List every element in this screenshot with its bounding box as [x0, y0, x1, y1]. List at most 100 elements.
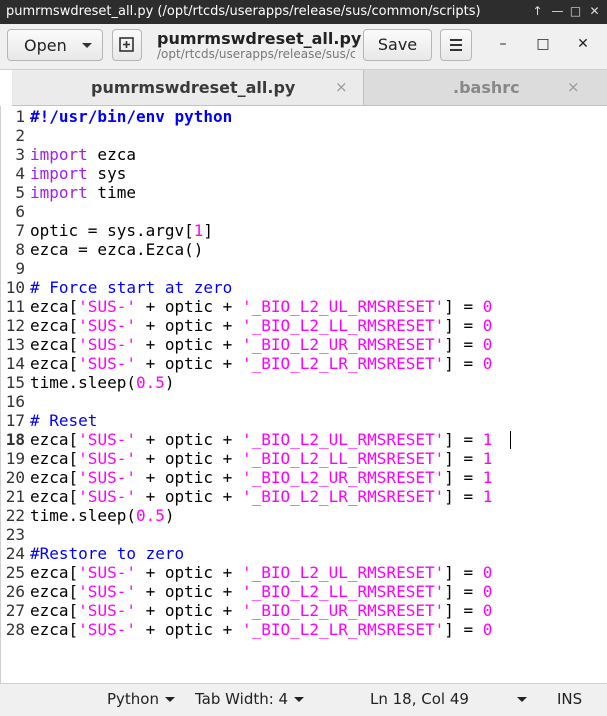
code-line[interactable]: time.sleep(0.5) [30, 373, 175, 392]
line-number: 1 [15, 107, 25, 126]
line-number: 6 [15, 202, 25, 221]
tab-bashrc[interactable]: .bashrc × [363, 70, 607, 105]
open-button[interactable]: Open [7, 29, 103, 61]
code-token: ezca [87, 145, 136, 164]
chevron-down-icon [165, 697, 175, 702]
code-line[interactable]: ezca['SUS-' + optic + '_BIO_L2_LL_RMSRES… [30, 316, 492, 335]
code-line[interactable]: ezca['SUS-' + optic + '_BIO_L2_LR_RMSRES… [30, 354, 492, 373]
tab-close-icon[interactable]: × [567, 78, 580, 96]
code-token: + optic + [135, 582, 242, 601]
code-token: #Restore to zero [30, 544, 185, 563]
code-line[interactable]: ezca['SUS-' + optic + '_BIO_L2_UR_RMSRES… [30, 468, 492, 487]
code-line[interactable]: ezca['SUS-' + optic + '_BIO_L2_UR_RMSRES… [30, 335, 492, 354]
code-token: # Force start at zero [30, 278, 233, 297]
code-token: 'SUS-' [78, 487, 136, 506]
code-token: 0 [482, 335, 493, 354]
code-token: ] = [444, 297, 483, 316]
new-document-button[interactable] [112, 29, 142, 61]
line-number: 9 [15, 259, 25, 278]
code-line[interactable]: import time [30, 183, 136, 202]
code-line[interactable]: # Force start at zero [30, 278, 232, 297]
code-line[interactable]: ezca['SUS-' + optic + '_BIO_L2_UL_RMSRES… [30, 563, 492, 582]
window-up-icon[interactable]: ↑ [529, 3, 546, 20]
code-token: ] = [444, 563, 483, 582]
line-number: 3 [15, 145, 25, 164]
code-line[interactable]: import sys [30, 164, 126, 183]
code-line[interactable]: ezca['SUS-' + optic + '_BIO_L2_LL_RMSRES… [30, 582, 492, 601]
tab-width-selector[interactable]: Tab Width: 4 [195, 690, 305, 708]
tab-label: pumrmswdreset_all.py [91, 78, 296, 97]
code-token: 0.5 [135, 506, 165, 525]
code-token: ezca[ [30, 468, 79, 487]
line-number: 12 [5, 316, 25, 335]
document-title: pumrmswdreset_all.py [157, 29, 362, 48]
code-token: ezca[ [30, 487, 79, 506]
line-number-gutter: 1 2 3 4 5 6 7 8 9 10 11 12 13 14 15 16 17 18 19 20 21 22 23 24 2… [1, 106, 27, 683]
code-token: 1 [482, 487, 493, 506]
language-selector[interactable]: Python [107, 690, 175, 708]
menu-button[interactable] [440, 29, 472, 61]
code-token: ezca[ [30, 430, 79, 449]
code-token: '_BIO_L2_UR_RMSRESET' [241, 601, 445, 620]
code-token: time.sleep( [30, 506, 136, 525]
code-token: ezca = ezca.Ezca() [30, 240, 204, 259]
close-button[interactable]: ✕ [572, 36, 594, 56]
code-line[interactable]: optic = sys.argv[1] [30, 221, 213, 240]
code-line[interactable]: import ezca [30, 145, 136, 164]
code-token: ezca[ [30, 449, 79, 468]
save-button[interactable]: Save [363, 29, 432, 61]
code-token: ezca[ [30, 316, 79, 335]
line-number: 13 [5, 335, 25, 354]
code-line[interactable]: time.sleep(0.5) [30, 506, 175, 525]
tab-close-icon[interactable]: × [335, 78, 348, 96]
maximize-button[interactable]: □ [532, 36, 554, 56]
code-token: 0 [482, 582, 493, 601]
window-close-icon[interactable]: ✕ [586, 3, 603, 20]
code-token: ] [203, 221, 214, 240]
code-token: ] = [444, 335, 483, 354]
code-line[interactable]: ezca['SUS-' + optic + '_BIO_L2_LR_RMSRES… [30, 487, 492, 506]
code-token: + optic + [135, 354, 242, 373]
code-token: import [30, 183, 88, 202]
code-token: 1 [482, 430, 493, 449]
code-line[interactable]: # Reset [30, 411, 97, 430]
code-line[interactable]: ezca['SUS-' + optic + '_BIO_L2_LR_RMSRES… [30, 620, 492, 639]
insert-mode-indicator[interactable]: INS [557, 690, 582, 708]
code-line[interactable]: ezca['SUS-' + optic + '_BIO_L2_UR_RMSRES… [30, 601, 492, 620]
line-number: 7 [15, 221, 25, 240]
tab-bar: pumrmswdreset_all.py × .bashrc × [12, 70, 607, 106]
code-token: sys [87, 164, 127, 183]
minimize-button[interactable]: – [492, 36, 514, 56]
tab-pumrmswdreset[interactable]: pumrmswdreset_all.py × [12, 70, 363, 105]
code-token: 'SUS-' [78, 582, 136, 601]
hamburger-menu-icon [450, 39, 462, 51]
code-token: 'SUS-' [78, 297, 136, 316]
line-number: 17 [5, 411, 25, 430]
code-line[interactable]: #Restore to zero [30, 544, 184, 563]
code-editor[interactable]: 1 2 3 4 5 6 7 8 9 10 11 12 13 14 15 16 17 18 19 20 21 22 23 24 2… [0, 106, 607, 683]
code-token: + optic + [135, 430, 242, 449]
code-token: ] = [444, 620, 483, 639]
cursor-position-selector[interactable]: Ln 18, Col 49 [370, 690, 527, 708]
code-token: '_BIO_L2_UL_RMSRESET' [241, 430, 445, 449]
code-token: '_BIO_L2_LL_RMSRESET' [241, 316, 445, 335]
code-line[interactable]: ezca['SUS-' + optic + '_BIO_L2_LL_RMSRES… [30, 449, 492, 468]
code-token: ezca[ [30, 563, 79, 582]
code-line[interactable]: #!/usr/bin/env python [30, 107, 232, 126]
code-token: ] = [444, 430, 483, 449]
code-line[interactable]: ezca['SUS-' + optic + '_BIO_L2_UL_RMSRES… [30, 430, 492, 449]
code-line[interactable]: ezca = ezca.Ezca() [30, 240, 203, 259]
header-bar: Open pumrmswdreset_all.py /opt/rtcds/use… [0, 24, 607, 70]
line-number: 25 [5, 563, 25, 582]
code-token: ezca[ [30, 620, 79, 639]
code-token: optic = sys.argv[ [30, 221, 194, 240]
window-shade-icon[interactable]: — [549, 3, 566, 20]
code-token: '_BIO_L2_UR_RMSRESET' [241, 335, 445, 354]
code-line[interactable]: ezca['SUS-' + optic + '_BIO_L2_UL_RMSRES… [30, 297, 492, 316]
code-token: '_BIO_L2_LL_RMSRESET' [241, 449, 445, 468]
code-token: 0 [482, 620, 493, 639]
tab-label: .bashrc [453, 78, 520, 97]
chevron-down-icon [82, 43, 92, 48]
line-number: 21 [5, 487, 25, 506]
window-restore-icon[interactable]: □ [567, 3, 584, 20]
